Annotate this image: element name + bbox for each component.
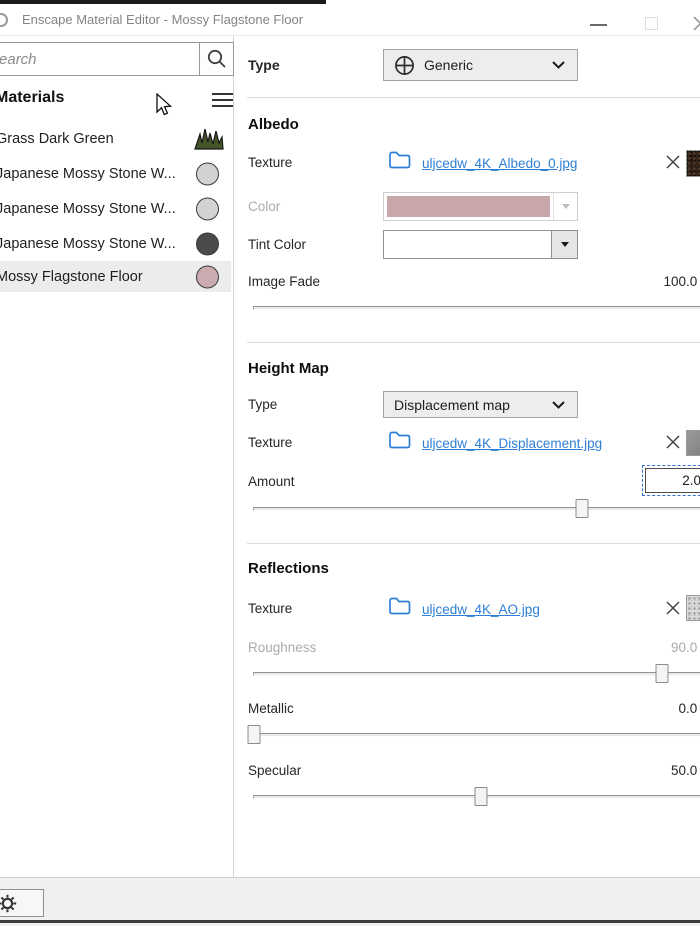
app-icon (0, 13, 8, 27)
materials-sidebar: Materials Grass Dark Green Japanese Moss… (0, 36, 234, 877)
material-row-mossy-flagstone-floor-selected[interactable]: Mossy Flagstone Floor (0, 261, 231, 292)
x-icon[interactable] (666, 601, 680, 615)
close-icon[interactable] (692, 16, 700, 31)
material-row-grass-dark-green[interactable]: Grass Dark Green (0, 121, 231, 156)
height-map-type-dropdown[interactable]: Displacement map (383, 391, 578, 418)
reflections-section-header: Reflections (248, 560, 329, 577)
gear-icon (0, 894, 17, 913)
image-fade-slider[interactable] (253, 306, 700, 310)
reflections-texture-label: Texture (248, 601, 292, 616)
chevron-down-icon (552, 401, 565, 409)
section-divider (247, 97, 700, 98)
section-divider (247, 543, 700, 544)
window-title: Enscape Material Editor - Mossy Flagston… (22, 12, 303, 27)
reflections-texture-thumbnail[interactable] (686, 595, 700, 621)
chevron-down-icon (553, 193, 577, 220)
roughness-value: 90.0 % (563, 640, 700, 655)
titlebar: Enscape Material Editor - Mossy Flagston… (0, 4, 700, 36)
tint-color-label: Tint Color (248, 237, 306, 252)
material-row-japanese-mossy-2[interactable]: Japanese Mossy Stone W... (0, 191, 231, 226)
image-fade-value: 100.0 % (563, 274, 700, 289)
search-box (0, 42, 200, 76)
material-thumbnail-circle (196, 265, 219, 288)
bottom-statusbar (0, 878, 700, 926)
material-properties-panel: Type Generic Albedo Texture uljcedw_4K_A… (235, 36, 700, 877)
albedo-color-picker (383, 192, 578, 221)
materials-header: Materials (0, 89, 64, 107)
metallic-label: Metallic (248, 701, 294, 716)
chevron-down-icon (552, 61, 565, 69)
section-divider (247, 342, 700, 343)
chevron-down-icon[interactable] (551, 231, 577, 258)
roughness-label: Roughness (248, 640, 316, 655)
tint-color-picker[interactable] (383, 230, 578, 259)
grass-thumbnail-icon (193, 127, 224, 150)
specular-value: 50.0 % (563, 763, 700, 778)
albedo-texture-label: Texture (248, 155, 292, 170)
image-fade-label: Image Fade (248, 274, 320, 289)
specular-slider[interactable] (253, 795, 700, 799)
height-map-texture-label: Texture (248, 435, 292, 450)
height-map-type-value: Displacement map (394, 397, 510, 413)
height-map-section-header: Height Map (248, 360, 329, 377)
x-icon[interactable] (666, 435, 680, 449)
albedo-color-label: Color (248, 199, 280, 214)
type-dropdown[interactable]: Generic (383, 49, 578, 81)
x-icon[interactable] (666, 155, 680, 169)
folder-icon[interactable] (388, 150, 411, 170)
specular-label: Specular (248, 763, 301, 778)
maximize-icon[interactable] (645, 17, 658, 30)
amount-input[interactable] (645, 468, 700, 493)
reflections-texture-link[interactable]: uljcedw_4K_AO.jpg (422, 602, 540, 617)
amount-label: Amount (248, 474, 295, 489)
folder-icon[interactable] (388, 596, 411, 616)
height-map-type-label: Type (248, 397, 277, 412)
window-bottom-edge (0, 920, 700, 923)
hamburger-icon[interactable] (212, 93, 233, 107)
material-thumbnail-circle (196, 197, 219, 220)
settings-button[interactable] (0, 889, 44, 917)
albedo-texture-link[interactable]: uljcedw_4K_Albedo_0.jpg (422, 156, 577, 171)
globe-icon (394, 55, 415, 76)
material-thumbnail-circle (196, 162, 219, 185)
material-row-japanese-mossy-3[interactable]: Japanese Mossy Stone W... (0, 226, 231, 261)
search-input[interactable] (0, 43, 199, 75)
material-row-japanese-mossy-1[interactable]: Japanese Mossy Stone W... (0, 156, 231, 191)
search-icon (206, 48, 228, 70)
amount-slider[interactable] (253, 507, 700, 511)
metallic-slider[interactable] (253, 733, 700, 737)
folder-icon[interactable] (388, 430, 411, 450)
mouse-cursor (155, 93, 177, 119)
material-thumbnail-circle (196, 232, 219, 255)
slider-handle[interactable] (576, 499, 589, 518)
height-map-texture-link[interactable]: uljcedw_4K_Displacement.jpg (422, 436, 602, 451)
type-dropdown-value: Generic (424, 57, 473, 73)
height-map-texture-thumbnail[interactable] (686, 430, 700, 456)
albedo-section-header: Albedo (248, 116, 299, 133)
color-swatch (387, 196, 550, 217)
minimize-icon[interactable] (590, 24, 607, 26)
roughness-slider[interactable] (253, 672, 700, 676)
albedo-texture-thumbnail[interactable] (686, 150, 700, 177)
slider-handle[interactable] (474, 787, 487, 806)
slider-handle[interactable] (248, 725, 261, 744)
slider-handle[interactable] (655, 664, 668, 683)
metallic-value: 0.0 % (563, 701, 700, 716)
search-button[interactable] (199, 42, 234, 76)
type-label: Type (248, 57, 280, 73)
